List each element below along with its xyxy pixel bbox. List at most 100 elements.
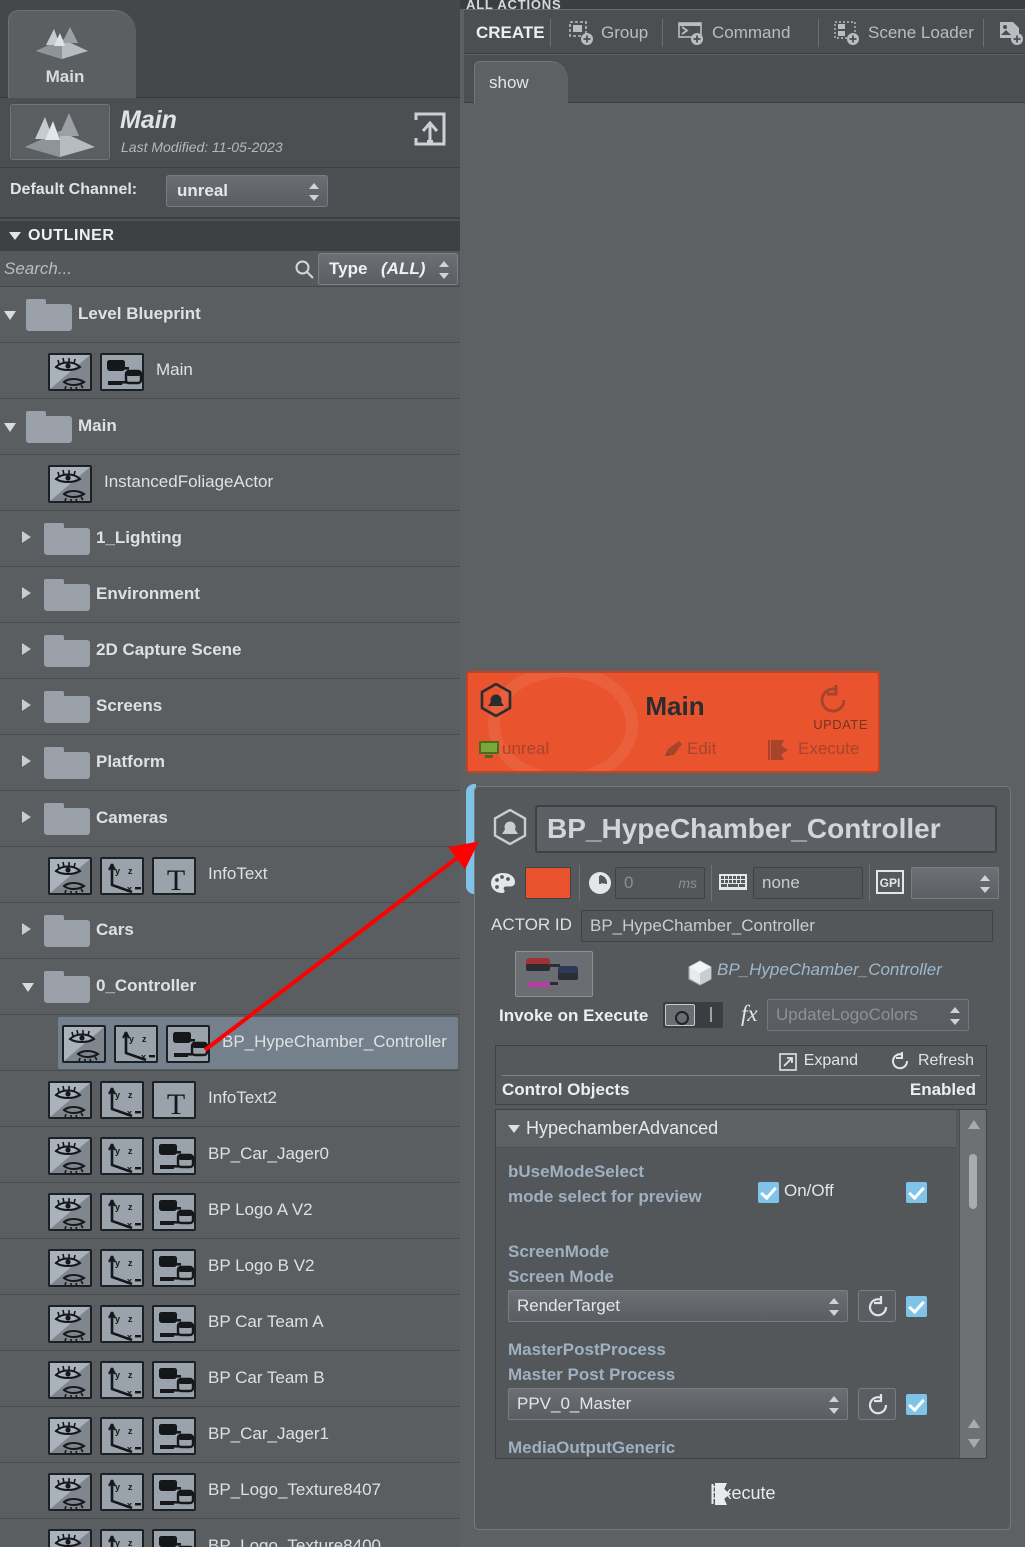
chevron-down-icon[interactable] [4,423,16,432]
eye-icon[interactable] [48,1249,92,1287]
eye-icon[interactable] [48,1137,92,1175]
chevron-right-icon[interactable] [22,923,31,935]
outliner-actor-row[interactable]: y z x BP Car Team A [0,1295,460,1351]
control-object-value-select[interactable]: RenderTarget [508,1290,848,1322]
control-object-refresh-button[interactable] [858,1290,896,1322]
tab-main[interactable]: Main [8,10,136,98]
outliner-actor-row[interactable]: Main [0,343,460,399]
outliner-folder-row[interactable]: Platform [0,735,460,791]
action-node-main[interactable]: Main UPDATE unreal Edit Execute [466,671,880,773]
create-group-label[interactable]: Group [601,23,648,43]
blueprint-icon[interactable] [152,1305,196,1343]
expand-icon[interactable] [778,1052,798,1072]
asset-thumbnail[interactable] [10,104,110,160]
create-command-label[interactable]: Command [712,23,790,43]
chevron-right-icon[interactable] [22,643,31,655]
blueprint-thumbnail[interactable] [515,951,593,997]
actor-id-input[interactable]: BP_HypeChamber_Controller [581,910,993,942]
control-objects-group[interactable]: HypechamberAdvanced [496,1110,956,1148]
outliner-actor-row[interactable]: y z x T InfoText2 [0,1071,460,1127]
control-object-value-checkbox[interactable] [758,1182,779,1203]
add-scene-loader-icon[interactable] [834,20,860,46]
blueprint-icon[interactable] [100,353,144,391]
eye-icon[interactable] [62,1025,106,1063]
eye-icon[interactable] [48,1473,92,1511]
outliner-folder-row[interactable]: Cars [0,903,460,959]
gpi-select[interactable] [911,867,999,899]
chevron-right-icon[interactable] [22,699,31,711]
create-scene-loader-label[interactable]: Scene Loader [868,23,974,43]
outliner-actor-row[interactable]: InstancedFoliageActor [0,455,460,511]
control-objects-scrollbar[interactable] [959,1110,986,1458]
type-filter-button[interactable]: Type (ALL) [318,253,458,285]
axis-icon[interactable]: yzx [100,1473,144,1511]
scroll-up-arrow-icon[interactable] [968,1120,980,1129]
outliner-folder-row[interactable]: Screens [0,679,460,735]
axis-icon[interactable]: yzx [100,1305,144,1343]
node-execute-label[interactable]: Execute [798,739,859,759]
add-group-icon[interactable] [568,20,594,46]
outliner-folder-row[interactable]: 1_Lighting [0,511,460,567]
controller-color-swatch[interactable] [525,867,571,899]
outliner-folder-row[interactable]: 2D Capture Scene [0,623,460,679]
chevron-right-icon[interactable] [22,587,31,599]
invoke-on-execute-toggle[interactable] [663,1002,723,1028]
eye-icon[interactable] [48,465,92,503]
axis-icon[interactable]: yzx [100,1361,144,1399]
control-object-refresh-button[interactable] [858,1388,896,1420]
eye-icon[interactable] [48,857,92,895]
chevron-right-icon[interactable] [22,531,31,543]
axis-icon[interactable]: yzx [100,1193,144,1231]
refresh-label[interactable]: Refresh [918,1052,974,1070]
control-object-enabled-checkbox[interactable] [906,1394,927,1415]
eye-icon[interactable] [48,1193,92,1231]
refresh-icon[interactable] [816,683,850,717]
control-object-enabled-checkbox[interactable] [906,1182,927,1203]
axis-icon[interactable]: yzx [114,1025,158,1063]
blueprint-icon[interactable] [152,1137,196,1175]
eye-icon[interactable] [48,1305,92,1343]
export-icon[interactable] [412,110,448,148]
outliner-actor-row[interactable]: y z x BP Logo A V2 [0,1183,460,1239]
scroll-down-arrow-icon[interactable] [968,1439,980,1448]
outliner-folder-row[interactable]: Cameras [0,791,460,847]
blueprint-icon[interactable] [152,1193,196,1231]
text-icon[interactable]: T [152,857,196,897]
default-channel-select[interactable]: unreal [166,175,328,207]
axis-icon[interactable]: yzx [100,857,144,895]
outliner-folder-row[interactable]: Main [0,399,460,455]
tab-show[interactable]: show [474,61,568,103]
blueprint-icon[interactable] [152,1473,196,1511]
search-input[interactable] [0,251,318,287]
control-object-value-select[interactable]: PPV_0_Master [508,1388,848,1420]
eye-icon[interactable] [48,1081,92,1119]
palette-icon[interactable] [489,871,517,895]
axis-icon[interactable]: yzx [100,1249,144,1287]
axis-icon[interactable]: yzx [100,1081,144,1119]
outliner-tree[interactable]: Level Blueprint Main Main InstancedFoliageA… [0,287,460,1547]
axis-icon[interactable]: yzx [100,1417,144,1455]
chevron-right-icon[interactable] [22,811,31,823]
outliner-actor-row[interactable]: y z x BP Car Team B [0,1351,460,1407]
refresh-icon[interactable] [890,1051,910,1071]
control-object-enabled-checkbox[interactable] [906,1296,927,1317]
execute-button[interactable]: Execute [495,1470,991,1518]
outliner-folder-row[interactable]: Level Blueprint [0,287,460,343]
blueprint-icon[interactable] [152,1249,196,1287]
outliner-header[interactable]: OUTLINER [0,221,460,251]
outliner-actor-row[interactable]: y z x BP_Car_Jager0 [0,1127,460,1183]
outliner-actor-row[interactable]: y z x BP_Logo_Texture8407 [0,1463,460,1519]
outliner-folder-row[interactable]: 0_Controller [0,959,460,1015]
add-media-icon[interactable] [998,20,1024,46]
controller-name-input[interactable]: BP_HypeChamber_Controller [535,805,997,853]
outliner-actor-row[interactable]: y z x BP_HypeChamber_Controller [0,1015,460,1071]
blueprint-icon[interactable] [152,1361,196,1399]
key-binding-input[interactable]: none [753,867,863,899]
fx-function-select[interactable]: UpdateLogoColors [767,999,969,1031]
scroll-up-arrow-icon[interactable] [968,1419,980,1428]
axis-icon[interactable]: yzx [100,1137,144,1175]
axis-icon[interactable]: yzx [100,1529,144,1547]
eye-icon[interactable] [48,1417,92,1455]
execute-icon[interactable] [768,739,790,760]
chevron-down-icon[interactable] [4,311,16,320]
